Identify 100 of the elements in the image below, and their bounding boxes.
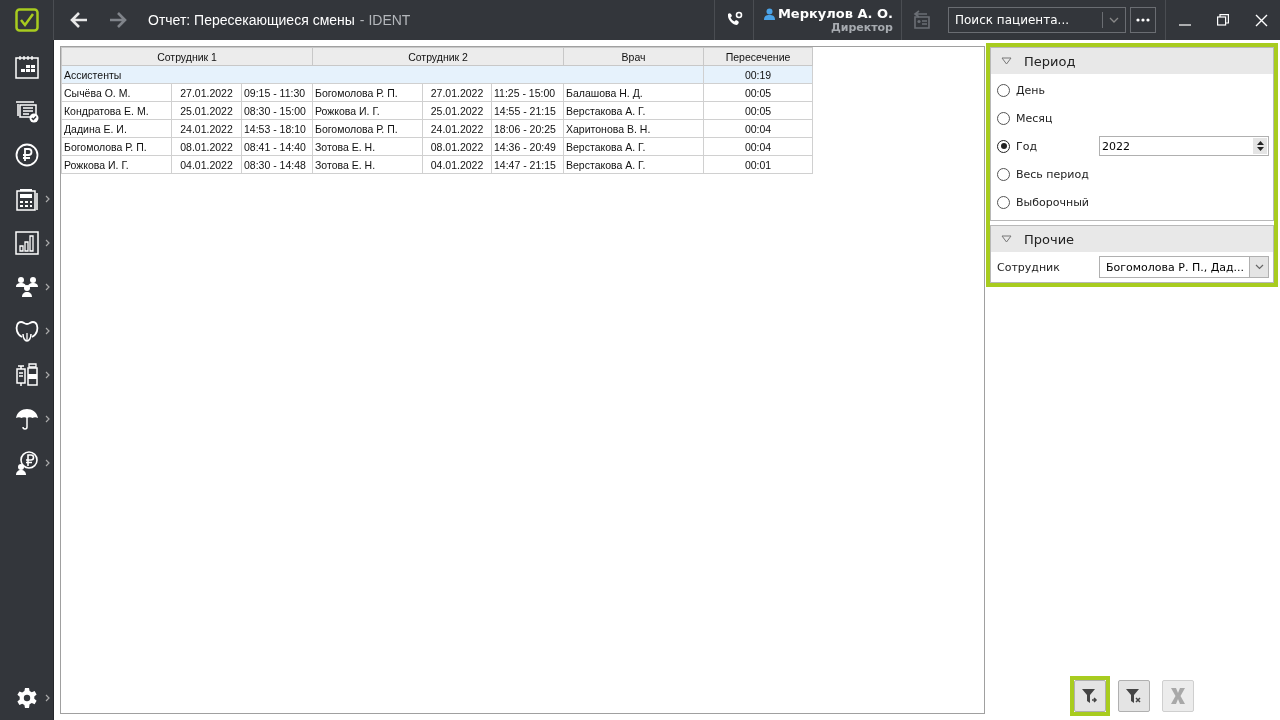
- table-cell: Верстакова А. Г.: [563, 101, 704, 120]
- spin-arrows-icon[interactable]: [1256, 140, 1264, 152]
- filter-arrow-icon[interactable]: [1081, 687, 1099, 705]
- table-cell: 04.01.2022: [422, 155, 492, 174]
- radio-label[interactable]: Выборочный: [1016, 195, 1089, 209]
- table-cell: 14:36 - 20:49: [491, 137, 564, 156]
- restore-icon[interactable]: [1217, 14, 1229, 26]
- table-cell: 25.01.2022: [171, 101, 242, 120]
- table-cell: Рожкова И. Г.: [61, 155, 172, 174]
- table-cell: 25.01.2022: [422, 101, 492, 120]
- radio-button[interactable]: [997, 139, 1010, 153]
- table-cell: Рожкова И. Г.: [312, 101, 423, 120]
- chevron-down-icon[interactable]: [1254, 264, 1264, 270]
- table-cell: 00:04: [703, 137, 813, 156]
- user-name[interactable]: Меркулов А. О.: [777, 6, 893, 21]
- chevron-right-icon[interactable]: [45, 371, 50, 379]
- table-cell: 14:55 - 21:15: [491, 101, 564, 120]
- filter-cross-icon[interactable]: [1125, 687, 1143, 705]
- table-cell: 24.01.2022: [171, 119, 242, 138]
- bar-chart-icon[interactable]: [14, 231, 39, 255]
- triangle-icon[interactable]: [1001, 235, 1012, 243]
- clear-filter-button[interactable]: [1118, 680, 1150, 712]
- radio-button[interactable]: [997, 195, 1010, 209]
- table-cell: Балашова Н. Д.: [563, 83, 704, 102]
- column-header: Врач: [563, 47, 704, 66]
- table-cell: Сычёва О. М.: [61, 83, 172, 102]
- chevron-right-icon[interactable]: [45, 239, 50, 247]
- column-header: Пересечение: [703, 47, 813, 66]
- table-cell: Кондратова Е. М.: [61, 101, 172, 120]
- chevron-right-icon[interactable]: [45, 327, 50, 335]
- radio-button[interactable]: [997, 167, 1010, 181]
- chevron-right-icon[interactable]: [45, 195, 50, 203]
- chevron-down-icon[interactable]: [1109, 17, 1119, 23]
- table-cell: Дадина Е. И.: [61, 119, 172, 138]
- radio-button[interactable]: [997, 111, 1010, 125]
- table-cell: 24.01.2022: [422, 119, 492, 138]
- year-spin-field[interactable]: 2022: [1099, 136, 1269, 156]
- chevron-right-icon[interactable]: [45, 283, 50, 291]
- apply-filter-button[interactable]: [1074, 680, 1106, 712]
- chevron-right-icon[interactable]: [45, 415, 50, 423]
- column-header: Сотрудник 2: [312, 47, 564, 66]
- cash-register-icon[interactable]: [14, 187, 39, 211]
- user-role: Директор: [830, 21, 893, 34]
- tooth-icon[interactable]: [14, 319, 39, 343]
- table-cell: 18:06 - 20:25: [491, 119, 564, 138]
- table-cell: 08:41 - 14:40: [241, 137, 313, 156]
- table-cell: Верстакова А. Г.: [563, 137, 704, 156]
- window-title: Отчет: Пересекающиеся смены: [148, 12, 355, 28]
- table-cell: 00:01: [703, 155, 813, 174]
- more-icon[interactable]: [1136, 18, 1150, 22]
- patient-search-field[interactable]: Поиск пациента...: [949, 13, 1102, 27]
- people-icon[interactable]: [14, 275, 39, 299]
- radio-button[interactable]: [997, 83, 1010, 97]
- table-cell: 11:25 - 15:00: [491, 83, 564, 102]
- table-cell: 08.01.2022: [422, 137, 492, 156]
- close-icon[interactable]: [1254, 13, 1268, 27]
- patient-search-box[interactable]: Поиск пациента...: [948, 7, 1126, 33]
- medicine-icon[interactable]: [14, 363, 39, 387]
- user-icon: [763, 7, 775, 20]
- table-cell: Зотова Е. Н.: [312, 137, 423, 156]
- triangle-icon[interactable]: [1001, 57, 1012, 65]
- employee-dropdown[interactable]: Богомолова Р. П., Дад...: [1099, 256, 1269, 278]
- ruble-person-icon[interactable]: [14, 451, 39, 475]
- table-cell: Богомолова Р. П.: [312, 83, 423, 102]
- table-cell: 04.01.2022: [171, 155, 242, 174]
- table-cell: 14:47 - 21:15: [491, 155, 564, 174]
- table-cell: 08:30 - 14:48: [241, 155, 313, 174]
- chevron-right-icon[interactable]: [45, 459, 50, 467]
- settings-icon[interactable]: [15, 687, 38, 709]
- table-cell: Богомолова Р. П.: [312, 119, 423, 138]
- calendar-icon[interactable]: [14, 55, 39, 79]
- logo-icon[interactable]: [14, 8, 39, 32]
- table-cell: Верстакова А. Г.: [563, 155, 704, 174]
- table-cell: 00:05: [703, 83, 813, 102]
- list-check-icon[interactable]: [14, 99, 39, 123]
- table-cell: 27.01.2022: [422, 83, 492, 102]
- umbrella-icon[interactable]: [14, 407, 39, 431]
- table-cell: 09:15 - 11:30: [241, 83, 313, 102]
- table-cell: 00:04: [703, 119, 813, 138]
- table-cell: 27.01.2022: [171, 83, 242, 102]
- table-cell: 08:30 - 15:00: [241, 101, 313, 120]
- ruble-icon[interactable]: [14, 143, 39, 167]
- column-header: Сотрудник 1: [61, 47, 313, 66]
- table-cell: Зотова Е. Н.: [312, 155, 423, 174]
- table-cell: Харитонова В. Н.: [563, 119, 704, 138]
- radio-label[interactable]: Месяц: [1016, 111, 1053, 125]
- other-section-header[interactable]: Прочие: [991, 226, 1273, 252]
- radio-label[interactable]: Весь период: [1016, 167, 1089, 181]
- table-cell: Богомолова Р. П.: [61, 137, 172, 156]
- table-cell: 14:53 - 18:10: [241, 119, 313, 138]
- employee-label: Сотрудник: [997, 260, 1061, 274]
- table-cell: 08.01.2022: [171, 137, 242, 156]
- arrow-left-icon[interactable]: [69, 11, 89, 29]
- radio-label[interactable]: День: [1016, 83, 1046, 97]
- more-button[interactable]: [1130, 7, 1156, 33]
- chevron-right-icon[interactable]: [45, 694, 50, 702]
- app-name: - IDENT: [359, 12, 411, 28]
- table-cell: 00:05: [703, 101, 813, 120]
- radio-label[interactable]: Год: [1016, 139, 1038, 153]
- period-section-header[interactable]: Период: [991, 48, 1273, 74]
